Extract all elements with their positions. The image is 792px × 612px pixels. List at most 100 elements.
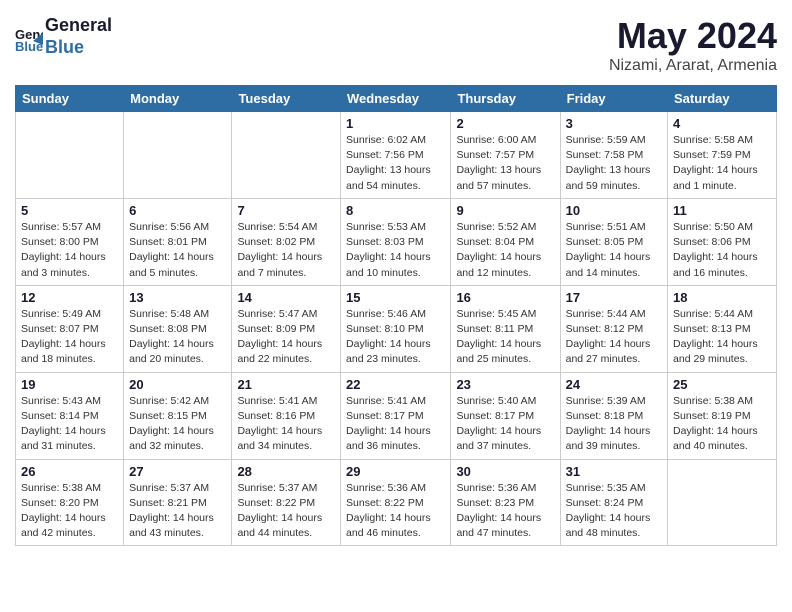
sunrise-text: Sunrise: 5:56 AM (129, 221, 209, 233)
daylight-text: and 54 minutes. (346, 180, 421, 192)
calendar-cell: 25Sunrise: 5:38 AMSunset: 8:19 PMDayligh… (668, 372, 777, 459)
day-info: Sunrise: 5:37 AMSunset: 8:22 PMDaylight:… (237, 481, 335, 542)
daylight-text: and 47 minutes. (456, 527, 531, 539)
day-info: Sunrise: 5:39 AMSunset: 8:18 PMDaylight:… (566, 394, 662, 455)
day-number: 18 (673, 290, 771, 305)
calendar-cell: 3Sunrise: 5:59 AMSunset: 7:58 PMDaylight… (560, 112, 667, 199)
daylight-text: Daylight: 13 hours (346, 164, 431, 176)
day-info: Sunrise: 5:46 AMSunset: 8:10 PMDaylight:… (346, 307, 445, 368)
sunset-text: Sunset: 8:22 PM (237, 497, 315, 509)
daylight-text: Daylight: 14 hours (673, 425, 758, 437)
sunrise-text: Sunrise: 5:54 AM (237, 221, 317, 233)
calendar-cell: 31Sunrise: 5:35 AMSunset: 8:24 PMDayligh… (560, 459, 667, 546)
day-info: Sunrise: 5:41 AMSunset: 8:17 PMDaylight:… (346, 394, 445, 455)
calendar-cell: 7Sunrise: 5:54 AMSunset: 8:02 PMDaylight… (232, 198, 341, 285)
calendar-cell: 26Sunrise: 5:38 AMSunset: 8:20 PMDayligh… (16, 459, 124, 546)
day-number: 25 (673, 377, 771, 392)
day-info: Sunrise: 5:48 AMSunset: 8:08 PMDaylight:… (129, 307, 226, 368)
sunrise-text: Sunrise: 5:35 AM (566, 482, 646, 494)
week-row-1: 1Sunrise: 6:02 AMSunset: 7:56 PMDaylight… (16, 112, 777, 199)
daylight-text: Daylight: 13 hours (566, 164, 651, 176)
calendar-cell: 4Sunrise: 5:58 AMSunset: 7:59 PMDaylight… (668, 112, 777, 199)
calendar-cell: 18Sunrise: 5:44 AMSunset: 8:13 PMDayligh… (668, 285, 777, 372)
day-info: Sunrise: 5:45 AMSunset: 8:11 PMDaylight:… (456, 307, 554, 368)
daylight-text: Daylight: 14 hours (456, 251, 541, 263)
day-info: Sunrise: 5:40 AMSunset: 8:17 PMDaylight:… (456, 394, 554, 455)
sunset-text: Sunset: 8:17 PM (346, 410, 424, 422)
sunset-text: Sunset: 8:02 PM (237, 236, 315, 248)
sunrise-text: Sunrise: 5:57 AM (21, 221, 101, 233)
daylight-text: and 22 minutes. (237, 353, 312, 365)
sunset-text: Sunset: 8:24 PM (566, 497, 644, 509)
daylight-text: Daylight: 14 hours (237, 512, 322, 524)
day-number: 20 (129, 377, 226, 392)
col-header-monday: Monday (124, 86, 232, 112)
col-header-wednesday: Wednesday (341, 86, 451, 112)
svg-text:Blue: Blue (15, 39, 43, 51)
col-header-tuesday: Tuesday (232, 86, 341, 112)
daylight-text: Daylight: 14 hours (129, 512, 214, 524)
day-info: Sunrise: 5:50 AM Sunset: 8:06 PM Daylight:… (673, 220, 771, 281)
day-number: 23 (456, 377, 554, 392)
calendar-cell: 10Sunrise: 5:51 AMSunset: 8:05 PMDayligh… (560, 198, 667, 285)
day-number: 22 (346, 377, 445, 392)
daylight-text: Daylight: 14 hours (346, 425, 431, 437)
daylight-text: and 27 minutes. (566, 353, 641, 365)
daylight-text: and 14 minutes. (566, 267, 641, 279)
sunset-text: Sunset: 8:00 PM (21, 236, 99, 248)
day-info: Sunrise: 5:47 AMSunset: 8:09 PMDaylight:… (237, 307, 335, 368)
daylight-text: Daylight: 14 hours (346, 251, 431, 263)
calendar-cell (232, 112, 341, 199)
daylight-text: Daylight: 14 hours (456, 512, 541, 524)
sunset-text: Sunset: 8:06 PM (673, 236, 751, 248)
day-number: 31 (566, 464, 662, 479)
sunrise-text: Sunrise: 5:50 AM (673, 221, 753, 233)
day-number: 6 (129, 203, 226, 218)
daylight-text: and 7 minutes. (237, 267, 306, 279)
daylight-text: and 46 minutes. (346, 527, 421, 539)
calendar-cell: 23 Sunrise: 5:40 AMSunset: 8:17 PMDayligh… (451, 372, 560, 459)
day-number: 16 (456, 290, 554, 305)
day-number: 12 (21, 290, 118, 305)
day-number: 9 (456, 203, 554, 218)
sunrise-text: Sunrise: 5:51 AM (566, 221, 646, 233)
week-row-2: 5Sunrise: 5:57 AMSunset: 8:00 PMDaylight… (16, 198, 777, 285)
daylight-text: Daylight: 14 hours (566, 338, 651, 350)
day-number: 4 (673, 116, 771, 131)
sunset-text: Sunset: 8:08 PM (129, 323, 207, 335)
sunrise-text: Sunrise: 5:41 AM (237, 395, 317, 407)
sunset-text: Sunset: 8:11 PM (456, 323, 533, 335)
sunset-text: Sunset: 8:13 PM (673, 323, 751, 335)
sunrise-text: Sunrise: 5:53 AM (346, 221, 426, 233)
daylight-text: and 20 minutes. (129, 353, 204, 365)
daylight-text: and 32 minutes. (129, 440, 204, 452)
col-header-saturday: Saturday (668, 86, 777, 112)
day-number: 11 (673, 203, 771, 218)
main-title: May 2024 (609, 15, 777, 57)
calendar-cell: 16 Sunrise: 5:45 AMSunset: 8:11 PMDayligh… (451, 285, 560, 372)
calendar-cell: 22 Sunrise: 5:41 AMSunset: 8:17 PMDayligh… (341, 372, 451, 459)
daylight-text: and 34 minutes. (237, 440, 312, 452)
calendar-cell: 11 Sunrise: 5:50 AM Sunset: 8:06 PM Dayligh… (668, 198, 777, 285)
sunrise-text: Sunrise: 5:36 AM (346, 482, 426, 494)
sunset-text: Sunset: 8:05 PM (566, 236, 644, 248)
day-number: 30 (456, 464, 554, 479)
sunrise-text: Sunrise: 5:52 AM (456, 221, 536, 233)
sunset-text: Sunset: 7:57 PM (456, 149, 534, 161)
calendar-cell: 30Sunrise: 5:36 AMSunset: 8:23 PMDayligh… (451, 459, 560, 546)
calendar-cell: 12Sunrise: 5:49 AMSunset: 8:07 PMDayligh… (16, 285, 124, 372)
daylight-text: and 42 minutes. (21, 527, 96, 539)
calendar-cell (124, 112, 232, 199)
daylight-text: and 18 minutes. (21, 353, 96, 365)
daylight-text: Daylight: 14 hours (346, 338, 431, 350)
col-header-thursday: Thursday (451, 86, 560, 112)
calendar-cell: 24Sunrise: 5:39 AMSunset: 8:18 PMDayligh… (560, 372, 667, 459)
day-info: Sunrise: 5:42 AMSunset: 8:15 PMDaylight:… (129, 394, 226, 455)
sunrise-text: Sunrise: 5:42 AM (129, 395, 209, 407)
calendar-cell: 6Sunrise: 5:56 AMSunset: 8:01 PMDaylight… (124, 198, 232, 285)
sunset-text: Sunset: 8:19 PM (673, 410, 751, 422)
sunset-text: Sunset: 8:03 PM (346, 236, 424, 248)
daylight-text: Daylight: 14 hours (129, 251, 214, 263)
calendar-cell: 29Sunrise: 5:36 AMSunset: 8:22 PMDayligh… (341, 459, 451, 546)
daylight-text: Daylight: 14 hours (673, 251, 758, 263)
